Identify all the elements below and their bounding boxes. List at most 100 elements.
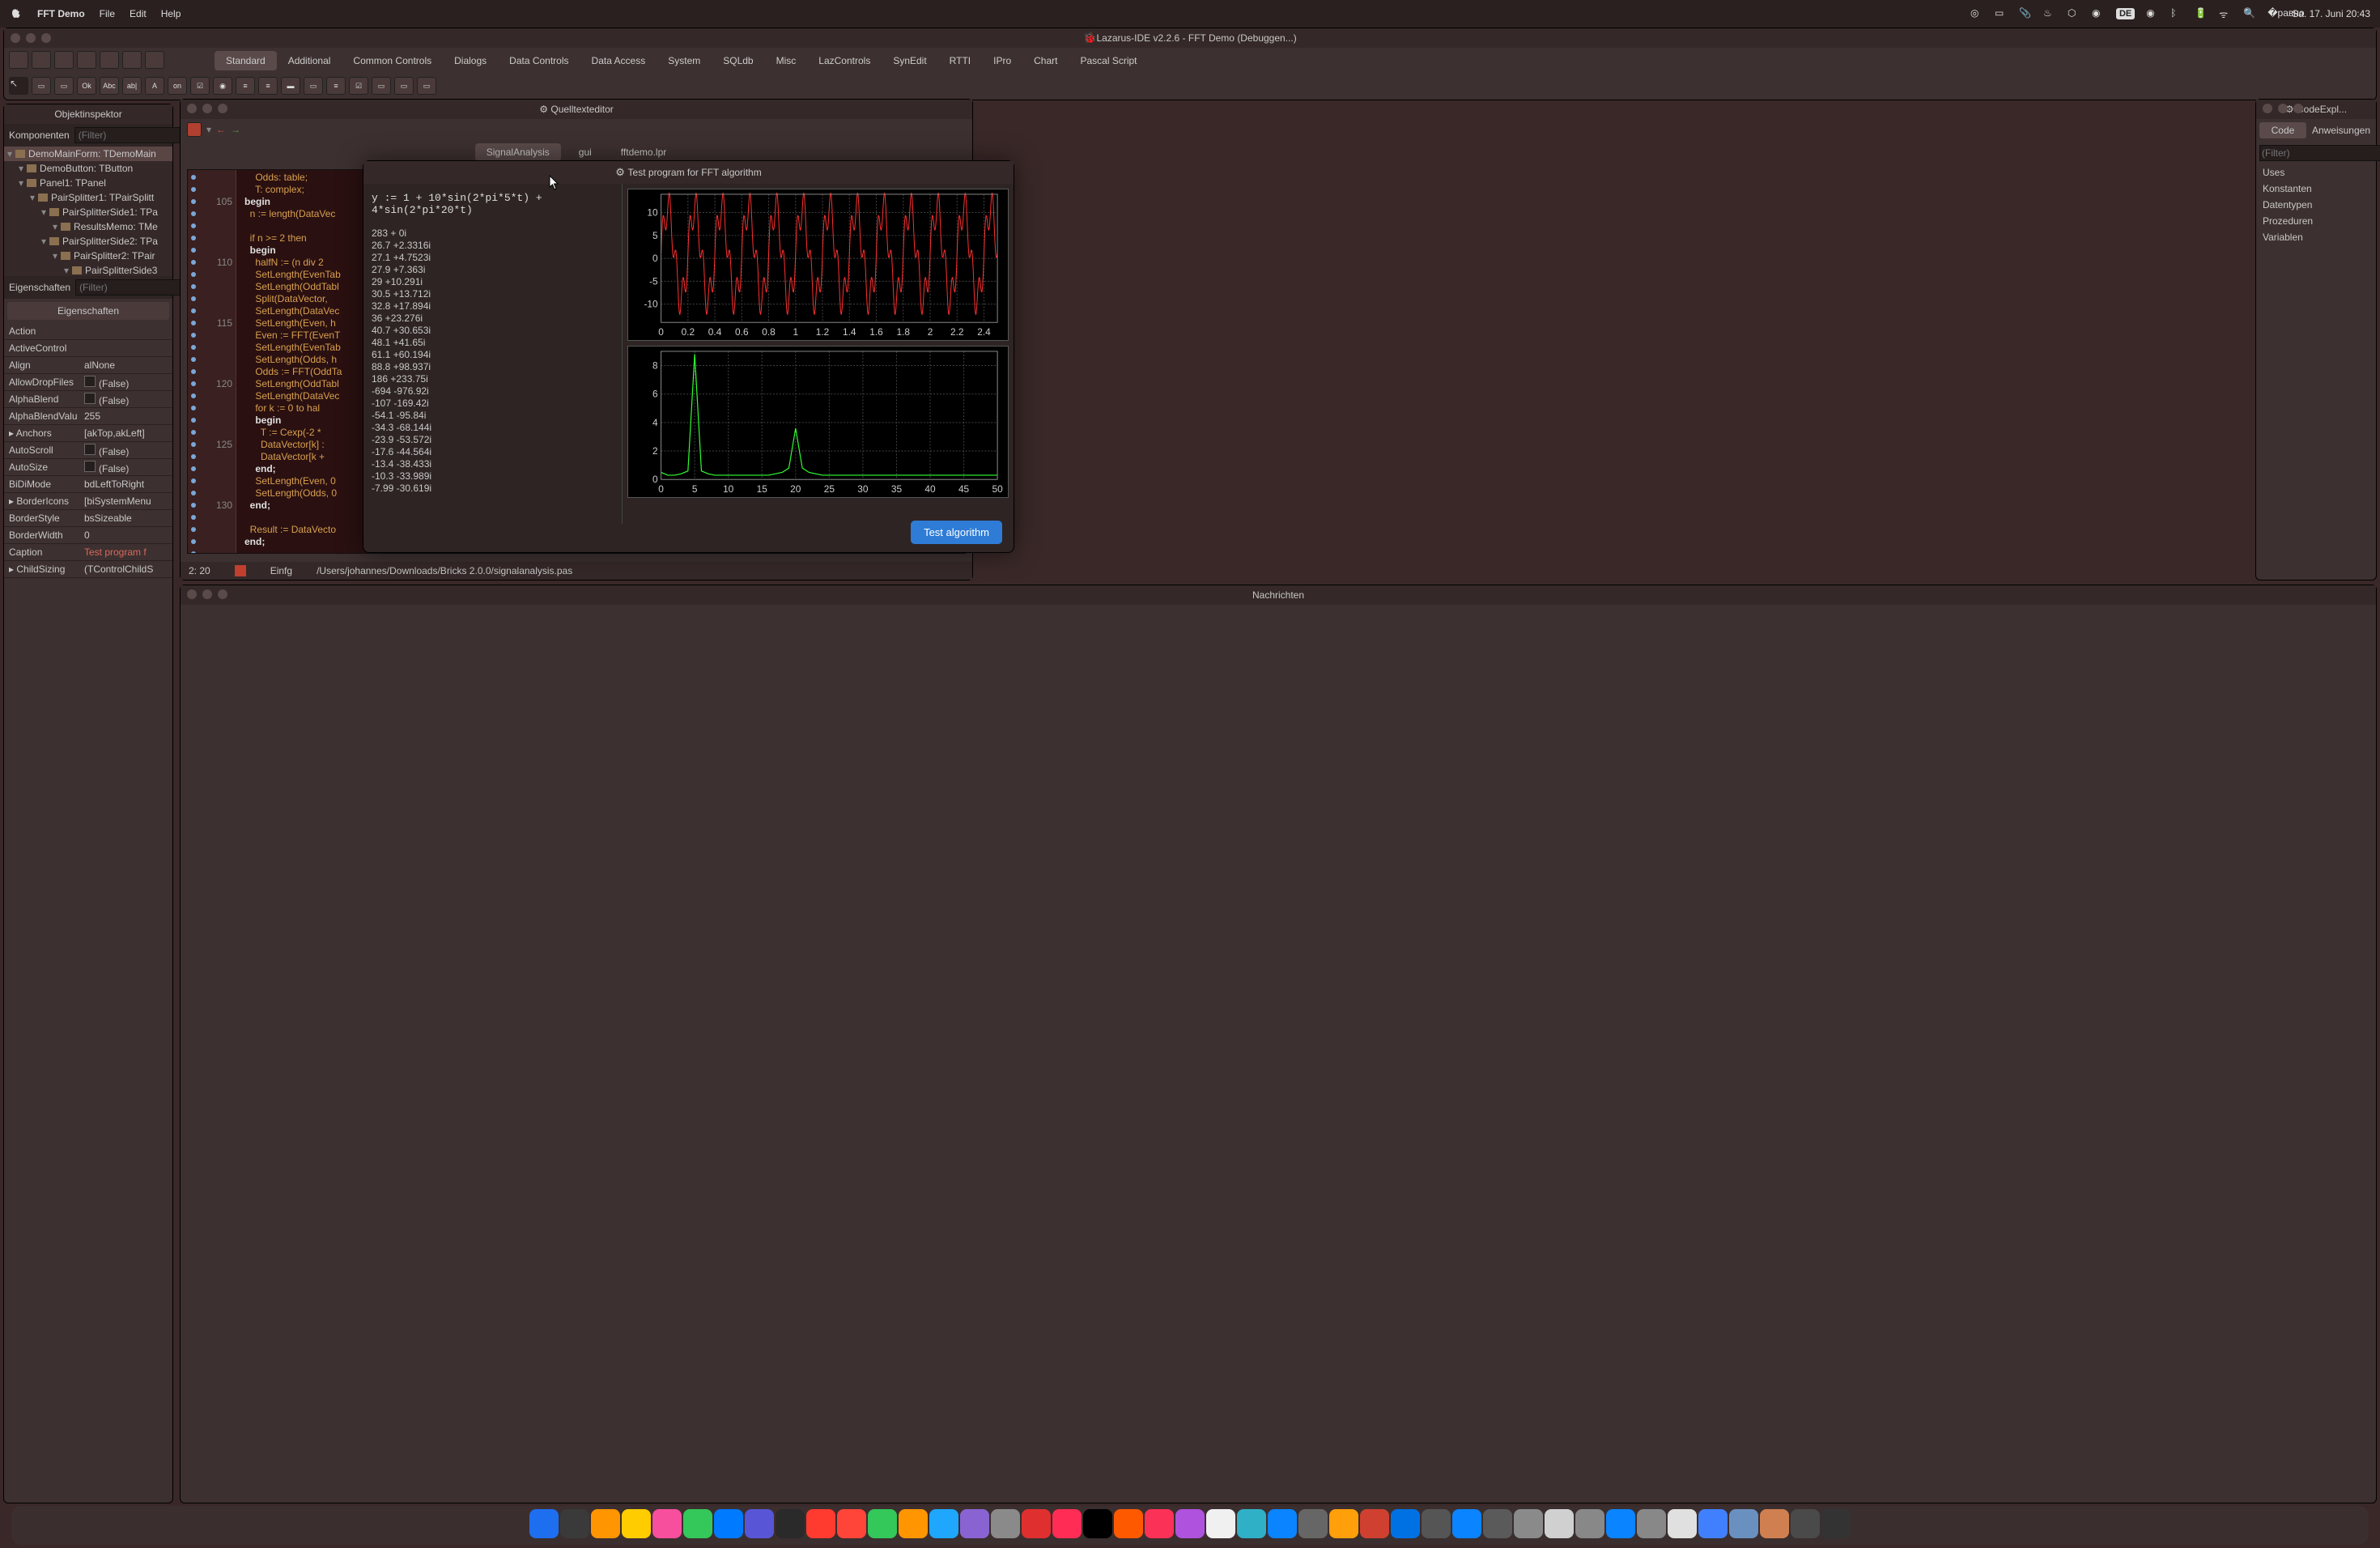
apple-icon[interactable] bbox=[10, 7, 23, 20]
component-icon[interactable]: Ok bbox=[77, 77, 96, 95]
property-row[interactable]: ▸ ChildSizing(TControlChildS bbox=[4, 561, 172, 578]
dock-app-icon[interactable] bbox=[560, 1509, 589, 1538]
menu-edit[interactable]: Edit bbox=[130, 8, 147, 19]
window-controls[interactable] bbox=[11, 33, 51, 43]
palette-tab[interactable]: IPro bbox=[982, 51, 1022, 70]
window-controls[interactable] bbox=[187, 104, 227, 113]
tree-item[interactable]: ▾ DemoMainForm: TDemoMain bbox=[4, 147, 172, 161]
dock-app-icon[interactable] bbox=[806, 1509, 835, 1538]
codeexp-item[interactable]: Prozeduren bbox=[2256, 213, 2376, 229]
toolbar-button[interactable] bbox=[54, 51, 74, 69]
dock-app-icon[interactable] bbox=[776, 1509, 805, 1538]
component-icon[interactable]: ▭ bbox=[54, 77, 74, 95]
component-icon[interactable]: ▭ bbox=[394, 77, 414, 95]
component-icon[interactable]: ▭ bbox=[372, 77, 391, 95]
status-icon[interactable]: ▭ bbox=[1995, 7, 2008, 20]
dock-app-icon[interactable] bbox=[991, 1509, 1020, 1538]
dock-app-icon[interactable] bbox=[1237, 1509, 1266, 1538]
search-icon[interactable]: 🔍 bbox=[2243, 7, 2256, 20]
dock-app-icon[interactable] bbox=[622, 1509, 651, 1538]
component-icon[interactable]: ab| bbox=[122, 77, 142, 95]
tree-item[interactable]: ▾ PairSplitter1: TPairSplitt bbox=[4, 190, 172, 205]
dock-app-icon[interactable] bbox=[1052, 1509, 1082, 1538]
toolbar-button[interactable] bbox=[100, 51, 119, 69]
dock-app-icon[interactable] bbox=[868, 1509, 897, 1538]
nav-fwd-icon[interactable]: → bbox=[231, 124, 240, 135]
status-icon[interactable]: ◉ bbox=[2146, 7, 2159, 20]
property-row[interactable]: AlphaBlendValu255 bbox=[4, 408, 172, 425]
property-row[interactable]: ▸ BorderIcons[biSystemMenu bbox=[4, 493, 172, 510]
palette-tab[interactable]: System bbox=[657, 51, 712, 70]
tree-item[interactable]: ▾ PairSplitterSide3 bbox=[4, 263, 172, 276]
toolbar-button[interactable] bbox=[32, 51, 51, 69]
component-icon[interactable]: ▭ bbox=[304, 77, 323, 95]
tree-item[interactable]: ▾ Panel1: TPanel bbox=[4, 176, 172, 190]
component-icon[interactable]: ▬ bbox=[281, 77, 300, 95]
bluetooth-icon[interactable]: ᛒ bbox=[2170, 7, 2183, 20]
gutter[interactable]: 105110115120125130135 bbox=[188, 170, 236, 553]
component-icon[interactable]: A bbox=[145, 77, 164, 95]
clock[interactable]: Sa. 17. Juni 20:43 bbox=[2292, 8, 2370, 19]
toolbar-button[interactable] bbox=[77, 51, 96, 69]
tree-item[interactable]: ▾ DemoButton: TButton bbox=[4, 161, 172, 176]
dock-app-icon[interactable] bbox=[1575, 1509, 1604, 1538]
codeexp-item[interactable]: Datentypen bbox=[2256, 197, 2376, 213]
palette-tab[interactable]: Common Controls bbox=[342, 51, 443, 70]
codeexp-filter[interactable] bbox=[2259, 145, 2380, 161]
component-tree[interactable]: ▾ DemoMainForm: TDemoMain▾ DemoButton: T… bbox=[4, 147, 172, 276]
palette-tab[interactable]: SQLdb bbox=[712, 51, 764, 70]
codeexp-tab[interactable]: Code bbox=[2259, 122, 2306, 138]
dock-app-icon[interactable] bbox=[1145, 1509, 1174, 1538]
codeexp-item[interactable]: Konstanten bbox=[2256, 181, 2376, 197]
macos-dock[interactable] bbox=[11, 1506, 2369, 1545]
dock-app-icon[interactable] bbox=[899, 1509, 928, 1538]
dock-app-icon[interactable] bbox=[1821, 1509, 1851, 1538]
toolbar-button[interactable] bbox=[187, 122, 202, 137]
palette-tab[interactable]: Data Access bbox=[580, 51, 657, 70]
dock-app-icon[interactable] bbox=[1391, 1509, 1420, 1538]
component-icon[interactable]: ◉ bbox=[213, 77, 232, 95]
dock-app-icon[interactable] bbox=[1729, 1509, 1758, 1538]
dock-app-icon[interactable] bbox=[1360, 1509, 1389, 1538]
window-controls[interactable] bbox=[2263, 104, 2303, 113]
tree-item[interactable]: ▾ PairSplitterSide2: TPa bbox=[4, 234, 172, 249]
dock-app-icon[interactable] bbox=[714, 1509, 743, 1538]
toolbar-button[interactable] bbox=[9, 51, 28, 69]
component-icon[interactable]: ≡ bbox=[236, 77, 255, 95]
dock-app-icon[interactable] bbox=[1422, 1509, 1451, 1538]
property-row[interactable]: AutoScroll(False) bbox=[4, 442, 172, 459]
dock-app-icon[interactable] bbox=[1483, 1509, 1512, 1538]
tree-item[interactable]: ▾ PairSplitter2: TPair bbox=[4, 249, 172, 263]
property-row[interactable]: ▸ Anchors[akTop,akLeft] bbox=[4, 425, 172, 442]
menu-help[interactable]: Help bbox=[161, 8, 181, 19]
dock-app-icon[interactable] bbox=[1514, 1509, 1543, 1538]
dock-app-icon[interactable] bbox=[960, 1509, 989, 1538]
dock-app-icon[interactable] bbox=[1022, 1509, 1051, 1538]
selection-tool[interactable]: ↖ bbox=[9, 77, 28, 95]
component-icon[interactable]: ▭ bbox=[32, 77, 51, 95]
input-lang[interactable]: DE bbox=[2116, 8, 2135, 19]
status-icon[interactable]: 📎 bbox=[2019, 7, 2032, 20]
dock-app-icon[interactable] bbox=[1206, 1509, 1235, 1538]
dock-app-icon[interactable] bbox=[1175, 1509, 1205, 1538]
editor-tab[interactable]: SignalAnalysis bbox=[475, 143, 561, 161]
editor-tab[interactable]: fftdemo.lpr bbox=[610, 143, 678, 161]
status-icon[interactable]: ♨ bbox=[2043, 7, 2056, 20]
component-icon[interactable]: ▭ bbox=[417, 77, 436, 95]
property-row[interactable]: BiDiModebdLeftToRight bbox=[4, 476, 172, 493]
palette-tab[interactable]: Chart bbox=[1022, 51, 1069, 70]
component-icon[interactable]: ☑ bbox=[190, 77, 210, 95]
dock-app-icon[interactable] bbox=[1698, 1509, 1728, 1538]
component-icon[interactable]: ≡ bbox=[258, 77, 278, 95]
codeexp-list[interactable]: UsesKonstantenDatentypenProzedurenVariab… bbox=[2256, 164, 2376, 245]
status-icon[interactable]: ◉ bbox=[2092, 7, 2105, 20]
property-row[interactable]: CaptionTest program f bbox=[4, 544, 172, 561]
dock-app-icon[interactable] bbox=[1114, 1509, 1143, 1538]
property-row[interactable]: BorderWidth0 bbox=[4, 527, 172, 544]
dock-app-icon[interactable] bbox=[1760, 1509, 1789, 1538]
dock-app-icon[interactable] bbox=[591, 1509, 620, 1538]
codeexp-tab[interactable]: Anweisungen bbox=[2310, 122, 2373, 138]
status-icon[interactable]: ◎ bbox=[1970, 7, 1983, 20]
control-center-icon[interactable]: �равно bbox=[2267, 7, 2280, 20]
toolbar-button[interactable] bbox=[145, 51, 164, 69]
